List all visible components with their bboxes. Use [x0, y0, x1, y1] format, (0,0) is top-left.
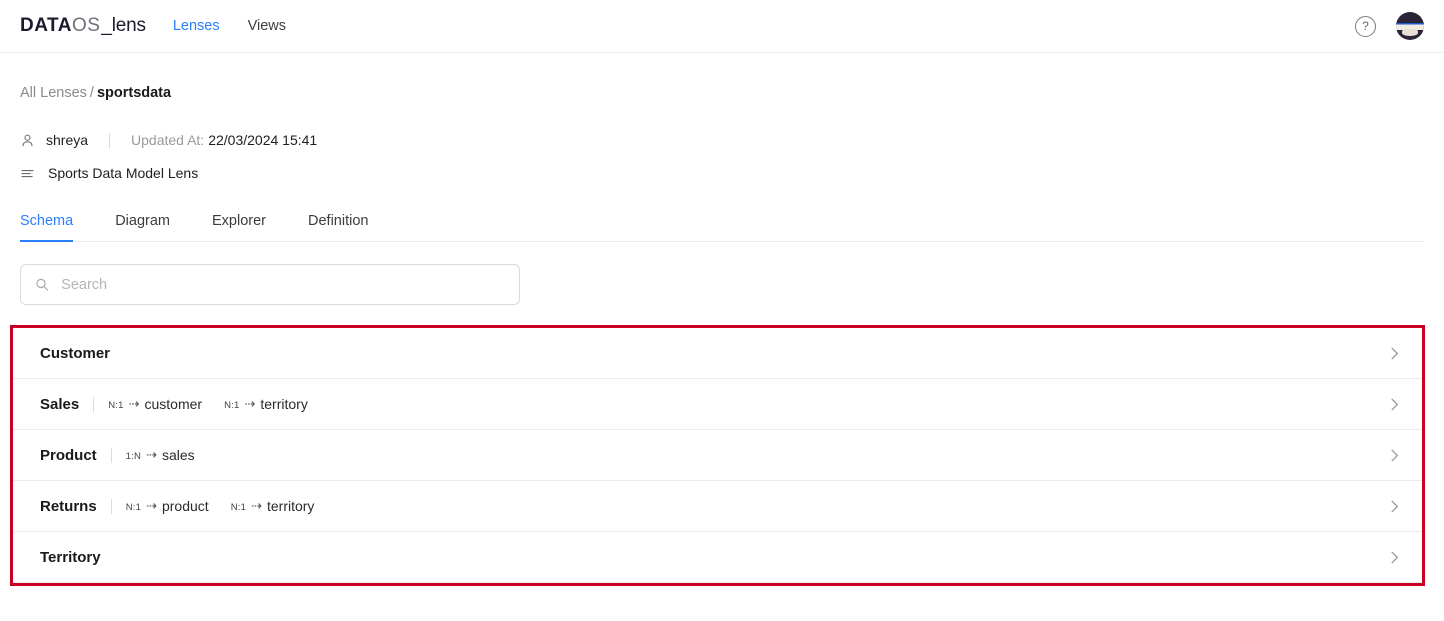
relation-cardinality: N:1 — [125, 501, 142, 513]
avatar[interactable] — [1396, 12, 1424, 40]
nav-link-views[interactable]: Views — [248, 19, 286, 34]
entity-relation-separator — [110, 447, 112, 463]
schema-entity-list-highlight: Customer Sales N:1 ⇢ customer N:1 ⇢ terr… — [10, 325, 1425, 586]
relation-arrow-icon: ⇢ — [146, 446, 157, 462]
relation-target: territory — [260, 395, 308, 412]
chevron-right-icon[interactable] — [1387, 397, 1402, 412]
lines-icon — [21, 169, 34, 177]
search-input[interactable] — [61, 276, 505, 293]
tab-definition[interactable]: Definition — [308, 213, 368, 242]
updated-at-label: Updated At: — [131, 132, 205, 148]
relation-target: product — [161, 497, 209, 514]
relation-item: N:1 ⇢ territory — [231, 498, 315, 515]
table-row[interactable]: Territory — [13, 532, 1422, 583]
relation-target: customer — [144, 395, 203, 412]
relation-cardinality: 1:N — [125, 450, 142, 462]
primary-nav: Lenses Views — [173, 19, 286, 34]
app-logo[interactable]: DATA OS _lens — [20, 15, 146, 37]
updated-at-value: 22/03/2024 15:41 — [208, 132, 318, 148]
relation-item: 1:N ⇢ sales — [126, 447, 195, 464]
relation-arrow-icon: ⇢ — [146, 497, 157, 513]
topbar-actions: ? — [1355, 12, 1424, 40]
chevron-right-icon[interactable] — [1387, 550, 1402, 565]
relation-target: territory — [266, 497, 315, 514]
chevron-right-icon[interactable] — [1387, 499, 1402, 514]
tab-explorer[interactable]: Explorer — [212, 213, 266, 242]
entity-name: Sales — [40, 395, 80, 413]
lens-tabs: Schema Diagram Explorer Definition — [20, 213, 1424, 242]
lens-meta-row: shreya Updated At: 22/03/2024 15:41 — [20, 132, 1424, 148]
page-content: All Lenses / sportsdata shreya Updated At:… — [0, 86, 1444, 586]
relation-cardinality: N:1 — [224, 399, 240, 411]
relation-target: sales — [161, 446, 195, 463]
tab-diagram[interactable]: Diagram — [115, 213, 170, 242]
meta-divider — [109, 132, 111, 148]
relation-item: N:1 ⇢ customer — [108, 396, 202, 413]
relation-arrow-icon: ⇢ — [251, 497, 262, 513]
breadcrumb-current: sportsdata — [96, 85, 172, 101]
chevron-right-icon[interactable] — [1387, 448, 1402, 463]
lens-description-row: Sports Data Model Lens — [20, 166, 1424, 181]
tab-schema[interactable]: Schema — [20, 213, 74, 242]
breadcrumb-all-lenses[interactable]: All Lenses — [20, 85, 87, 101]
relation-item: N:1 ⇢ product — [126, 498, 209, 515]
table-row[interactable]: Returns N:1 ⇢ product N:1 ⇢ territory — [13, 481, 1422, 532]
logo-data-text: DATA — [20, 15, 72, 36]
entity-relation-separator — [93, 396, 95, 412]
chevron-right-icon[interactable] — [1387, 346, 1402, 361]
table-row[interactable]: Sales N:1 ⇢ customer N:1 ⇢ territory — [13, 379, 1422, 430]
entity-name: Returns — [40, 497, 97, 515]
nav-link-lenses[interactable]: Lenses — [173, 19, 220, 34]
help-icon[interactable]: ? — [1355, 15, 1376, 37]
entity-relations: 1:N ⇢ sales — [126, 447, 195, 464]
search-icon — [36, 278, 49, 291]
table-row[interactable]: Customer — [13, 328, 1422, 379]
entity-name: Territory — [40, 548, 101, 566]
breadcrumb: All Lenses / sportsdata — [20, 86, 1424, 101]
breadcrumb-separator: / — [89, 85, 94, 101]
entity-relation-separator — [110, 498, 112, 514]
logo-lens-text: _lens — [101, 15, 146, 36]
search-box[interactable] — [20, 264, 520, 305]
relation-cardinality: N:1 — [230, 501, 247, 513]
relation-item: N:1 ⇢ territory — [224, 396, 308, 413]
relation-arrow-icon: ⇢ — [244, 395, 256, 411]
relation-cardinality: N:1 — [108, 399, 124, 411]
relation-arrow-icon: ⇢ — [128, 395, 140, 411]
lens-description-text: Sports Data Model Lens — [48, 165, 199, 181]
entity-name: Product — [40, 446, 97, 464]
top-navigation-bar: DATA OS _lens Lenses Views ? — [0, 0, 1444, 53]
entity-relations: N:1 ⇢ customer N:1 ⇢ territory — [108, 396, 308, 413]
entity-relations: N:1 ⇢ product N:1 ⇢ territory — [126, 498, 315, 515]
lens-owner-name: shreya — [46, 132, 89, 148]
table-row[interactable]: Product 1:N ⇢ sales — [13, 430, 1422, 481]
lens-owner: shreya — [20, 133, 88, 148]
person-icon — [22, 134, 33, 146]
logo-os-text: OS — [71, 15, 101, 36]
entity-name: Customer — [40, 344, 111, 362]
